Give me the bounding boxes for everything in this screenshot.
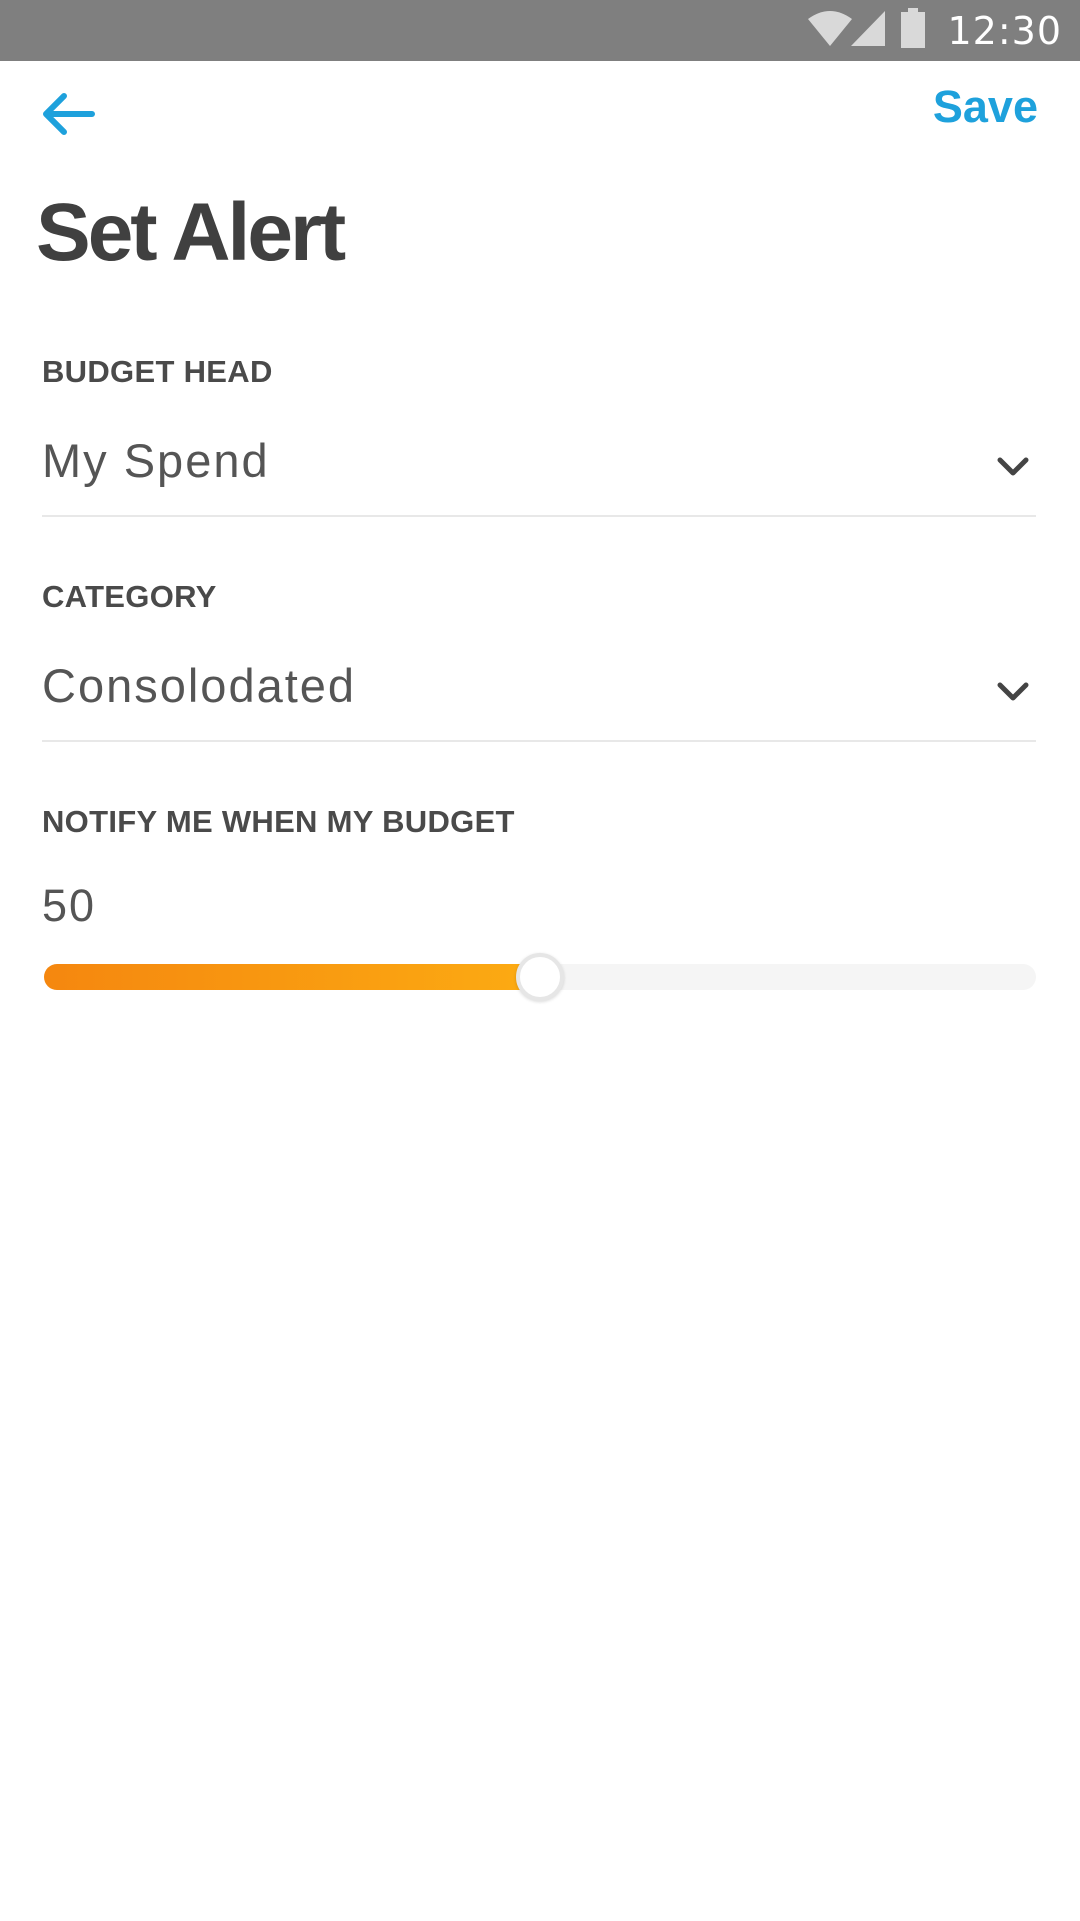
budget-head-select[interactable]: My Spend: [42, 425, 1036, 517]
page-title: Set Alert: [36, 187, 346, 278]
slider-fill: [44, 964, 540, 990]
slider-value: 50: [42, 880, 97, 931]
arrow-left-icon: [38, 93, 98, 143]
notify-label: NOTIFY ME WHEN MY BUDGET: [42, 804, 515, 839]
budget-slider[interactable]: [44, 953, 1036, 1001]
chevron-down-icon: [996, 455, 1030, 479]
category-label: CATEGORY: [42, 579, 217, 614]
back-button[interactable]: [38, 89, 98, 139]
save-button[interactable]: Save: [933, 81, 1038, 133]
status-bar: 12:30: [0, 0, 1080, 61]
toolbar: Save: [0, 61, 1080, 165]
slider-thumb[interactable]: [516, 953, 564, 1001]
chevron-down-icon: [996, 680, 1030, 704]
category-select[interactable]: Consolodated: [42, 650, 1036, 742]
status-time: 12:30: [947, 8, 1062, 53]
wifi-icon: [807, 9, 853, 52]
budget-head-label: BUDGET HEAD: [42, 354, 273, 389]
category-value: Consolodated: [42, 659, 357, 712]
battery-icon: [901, 8, 926, 53]
cell-signal-icon: [849, 9, 887, 52]
budget-head-value: My Spend: [42, 434, 270, 487]
status-icons: 12:30: [807, 0, 1062, 61]
